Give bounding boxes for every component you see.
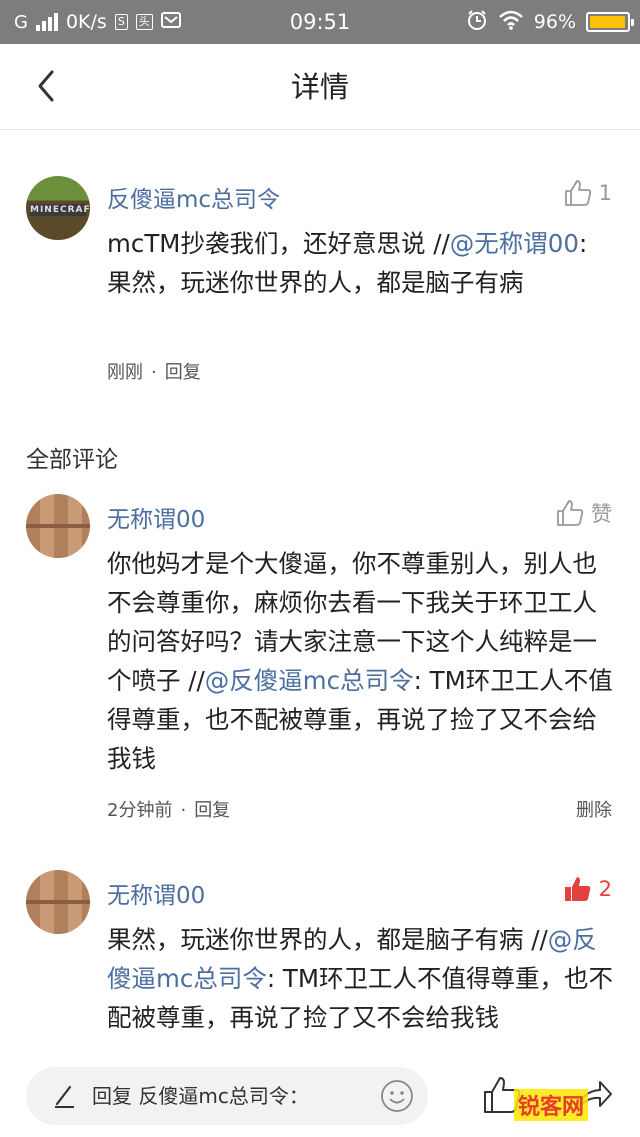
meta-separator: · [151,362,157,383]
comment-text-part: 果然，玩迷你世界的人，都是脑子有病 // [107,925,548,954]
reply-link[interactable]: 回复 [165,362,201,383]
meta-separator: · [180,800,187,821]
like-button[interactable]: 赞 [555,498,612,528]
like-button[interactable]: 2 [563,874,612,904]
reply-input[interactable]: 回复 反傻逼mc总司令： [26,1067,428,1125]
comment-time: 2分钟前 [107,800,173,821]
alarm-icon [466,9,488,36]
comment-time: 刚刚 [107,362,143,383]
comment-username[interactable]: 反傻逼mc总司令 [107,180,280,214]
status-bar: G 0K/s S 头 09:51 96% [0,0,640,44]
comment-meta: 2分钟前 · 回复 [107,796,230,822]
thumbs-up-icon [557,500,584,526]
comment-text: 果然，玩迷你世界的人，都是脑子有病 //@反傻逼mc总司令: TM环卫工人不值得… [107,920,617,1037]
delete-button[interactable]: 删除 [576,796,612,822]
bottom-bar: 回复 反傻逼mc总司令： 锐客网 [0,1053,640,1137]
battery-icon [586,12,634,32]
status-right: 96% [466,0,634,44]
comment-item: 无称谓00 赞 你他妈才是个大傻逼，你不尊重别人，别人也不会尊重你，麻烦你去看一… [0,490,640,830]
like-button[interactable]: 1 [563,178,612,208]
comment-text: 你他妈才是个大傻逼，你不尊重别人，别人也不会尊重你，麻烦你去看一下我关于环卫工人… [107,544,617,778]
watermark-logo: 锐客网 [514,1089,589,1121]
comment-text-part: mcTM抄袭我们，还好意思说 // [107,229,450,258]
comment-meta: 刚刚 · 回复 [107,358,201,384]
section-title: 全部评论 [26,447,118,473]
avatar[interactable]: MINECRAFT [26,176,90,240]
avatar-logo-text: MINECRAFT [30,204,90,216]
thumbs-up-icon [564,180,591,206]
avatar[interactable] [26,494,90,558]
wifi-icon [498,10,524,35]
battery-percent: 96% [533,11,576,33]
like-label: 赞 [591,502,612,526]
mention-link[interactable]: @反傻逼mc总司令 [205,666,414,695]
main-comment: MINECRAFT 反傻逼mc总司令 1 mcTM抄袭我们，还好意思说 //@无… [0,170,640,410]
thumbs-up-filled-icon [564,877,590,901]
comment-item: 无称谓00 2 果然，玩迷你世界的人，都是脑子有病 //@反傻逼mc总司令: T… [0,866,640,1053]
pen-icon [55,1085,74,1108]
like-count: 1 [598,181,612,205]
comment-username[interactable]: 无称谓00 [107,500,205,534]
like-count: 2 [598,877,612,901]
page-title: 详情 [290,70,349,104]
reply-link[interactable]: 回复 [194,800,230,821]
comment-username[interactable]: 无称谓00 [107,876,205,910]
reply-placeholder: 回复 反傻逼mc总司令： [92,1084,309,1108]
mention-link[interactable]: @无称谓00 [450,229,579,258]
comment-text: mcTM抄袭我们，还好意思说 //@无称谓00: 果然，玩迷你世界的人，都是脑子… [107,224,617,302]
nav-bar: 详情 [0,44,640,130]
emoji-icon[interactable] [380,1079,414,1113]
avatar[interactable] [26,870,90,934]
